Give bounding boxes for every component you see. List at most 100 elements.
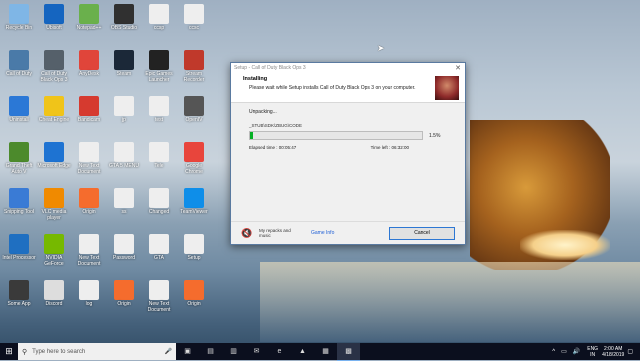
teamviewer-icon [184, 188, 204, 208]
desktop-icon[interactable]: OBS Studio [107, 2, 141, 46]
desktop-icon[interactable]: NVIDIA GeForce [37, 232, 71, 276]
desktop-icon[interactable]: Uninstall [2, 94, 36, 138]
install-subheading: Please wait while Setup installs Call of… [249, 85, 416, 91]
chevron-up-icon[interactable]: ^ [552, 349, 555, 355]
desktop-icon-label: Call of Duty Black Ops 3 [40, 71, 68, 83]
desktop-icon[interactable]: Snipping Tool [2, 186, 36, 230]
task-view-icon[interactable]: ▣ [176, 343, 199, 360]
language-indicator[interactable]: ENG IN [587, 346, 598, 358]
current-file: _STUB\SDK\ZBUG\CODE [249, 123, 303, 128]
window-title: Setup - Call of Duty Black Ops 3 [234, 65, 306, 71]
setup-titlebar[interactable]: Setup - Call of Duty Black Ops 3 ✕ [231, 63, 465, 73]
close-icon[interactable]: ✕ [454, 64, 462, 72]
desktop-icon[interactable]: GTA [142, 232, 176, 276]
desktop-icon[interactable]: TeamViewer [177, 186, 211, 230]
desktop-icon[interactable]: Grand Theft Auto V [2, 140, 36, 184]
desktop-icon[interactable]: Call of Duty Black Ops 3 [37, 48, 71, 92]
desktop-icon[interactable]: New Text Document [72, 232, 106, 276]
vlc-icon [44, 188, 64, 208]
desktop-icon[interactable]: Origin [177, 278, 211, 322]
speaker-mute-icon[interactable]: 🔇 [241, 228, 253, 238]
desktop-icon-label: Changed [148, 209, 170, 215]
progress-fill [250, 132, 253, 139]
desktop-icon[interactable]: Password [107, 232, 141, 276]
desktop-icon-label: VLC media player [41, 209, 67, 221]
game-logo-icon [435, 76, 459, 100]
desktop-icon-label: Tele [154, 163, 164, 169]
desktop-icon[interactable]: OpenIV [177, 94, 211, 138]
desktop-icon[interactable]: Origin [72, 186, 106, 230]
desktop-icon[interactable]: New Text Document [142, 278, 176, 322]
clock[interactable]: 2:00 AM 4/18/2019 [602, 346, 624, 358]
desktop-icon[interactable]: Bandicam [72, 94, 106, 138]
status-text: Unpacking... [249, 109, 277, 115]
desktop-icons: Recycle Bin Ubisoft Notepad++ OBS Studio ccs… [2, 2, 222, 322]
desktop-icon-label: Google Chrome [185, 163, 203, 175]
scissors-icon [9, 188, 29, 208]
desktop-icon[interactable]: Origin [107, 278, 141, 322]
desktop-icon[interactable]: Cheat Engine [37, 94, 71, 138]
desktop-icon[interactable]: Some App [2, 278, 36, 322]
desktop-icon[interactable]: ss [107, 186, 141, 230]
desktop-icon[interactable]: Intel Processor [2, 232, 36, 276]
desktop-icon[interactable]: GTA 5 MENU [107, 140, 141, 184]
file-icon [114, 188, 134, 208]
desktop-icon[interactable]: Ubisoft [37, 2, 71, 46]
desktop-icon[interactable]: Epic Games Launcher [142, 48, 176, 92]
desktop-icon-label: GTA 5 MENU [109, 163, 139, 169]
desktop-icon[interactable]: Notepad++ [72, 2, 106, 46]
desktop-icon-label: Ubisoft [46, 25, 62, 31]
desktop-icon[interactable]: Setup [177, 232, 211, 276]
repacks-music-label: My repacks and music [259, 228, 291, 238]
desktop-icon[interactable]: Tele [142, 140, 176, 184]
game-info-link[interactable]: Game Info [311, 230, 334, 236]
desktop-icon[interactable]: test [142, 94, 176, 138]
file-icon [79, 280, 99, 300]
desktop-icon[interactable]: ccsc [177, 2, 211, 46]
file-explorer-icon[interactable]: ▤ [199, 343, 222, 360]
desktop-icon[interactable]: Recycle Bin [2, 2, 36, 46]
desktop-icon[interactable]: Stream Recorder [177, 48, 211, 92]
microphone-icon[interactable]: 🎤 [165, 348, 172, 355]
desktop-icon[interactable]: VLC media player [37, 186, 71, 230]
desktop-icon[interactable]: Steam [107, 48, 141, 92]
desktop-icon-label: Steam [116, 71, 132, 77]
desktop-icon[interactable]: New Text Document [72, 140, 106, 184]
desktop-icon[interactable]: AnyDesk [72, 48, 106, 92]
windows-start-icon[interactable]: ⊞ [0, 343, 18, 360]
volume-icon[interactable]: 🔊 [573, 348, 580, 355]
edge-icon[interactable]: e [268, 343, 291, 360]
desktop-icon[interactable]: jp [107, 94, 141, 138]
desktop-icon[interactable]: ccsp [142, 2, 176, 46]
desktop-icon-label: Call of Duty [6, 71, 32, 77]
desktop-icon[interactable]: log [72, 278, 106, 322]
desktop-icon-label: Bandicam [77, 117, 101, 123]
desktop-icon[interactable]: Call of Duty [2, 48, 36, 92]
desktop-icon-label: ccsc [189, 25, 199, 31]
photos-icon[interactable]: ▦ [314, 343, 337, 360]
app-icon [44, 280, 64, 300]
setup-icon[interactable]: ▩ [337, 342, 360, 361]
desktop-icon[interactable]: Google Chrome [177, 140, 211, 184]
file-icon [79, 142, 99, 162]
vlc-icon[interactable]: ▲ [291, 343, 314, 360]
search-box[interactable]: ⚲ Type here to search 🎤 [18, 343, 176, 360]
store-icon[interactable]: ▥ [222, 343, 245, 360]
desktop-icon-label: Intel Processor [2, 255, 36, 261]
origin-icon [184, 280, 204, 300]
desktop-icon[interactable]: Discord [37, 278, 71, 322]
file-icon [149, 4, 169, 24]
system-tray: ^ ▭ 🔊 ENG IN 2:00 AM 4/18/2019 ▢ [549, 346, 640, 358]
network-icon[interactable]: ▭ [561, 348, 567, 355]
setup-footer: 🔇 My repacks and music Game Info Cancel [231, 221, 465, 244]
cancel-button[interactable]: Cancel [389, 226, 455, 240]
desktop-icon[interactable]: Changed [142, 186, 176, 230]
desktop-icon[interactable]: Microsoft Edge [37, 140, 71, 184]
desktop-icon-label: test [154, 117, 164, 123]
desktop-icon-label: New Text Document [77, 255, 101, 267]
notifications-icon[interactable]: ▢ [627, 348, 633, 355]
install-heading: Installing [243, 76, 268, 82]
file-icon [149, 234, 169, 254]
mail-icon[interactable]: ✉ [245, 343, 268, 360]
game-shortcut-icon [9, 50, 29, 70]
